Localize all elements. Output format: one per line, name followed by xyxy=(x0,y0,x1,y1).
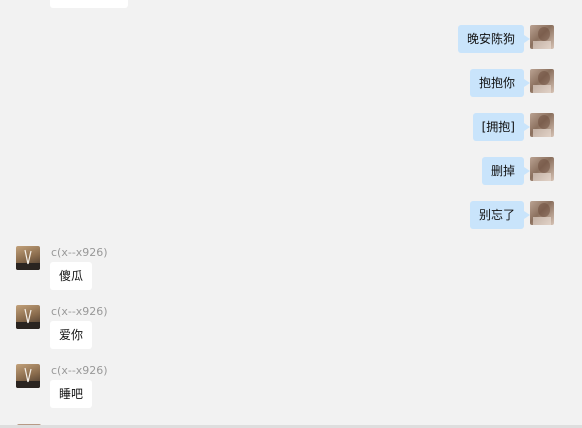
sender-name: c(x--x926) xyxy=(51,364,108,377)
message-bubble-self[interactable]: 删掉 xyxy=(481,157,531,185)
message-bubble-other[interactable]: 爱你 xyxy=(50,321,93,349)
partial-message-bubble xyxy=(50,0,128,8)
message-bubble-self[interactable]: 别忘了 xyxy=(469,201,531,229)
message-bubble-self[interactable]: [拥抱] xyxy=(472,113,531,141)
user-avatar[interactable] xyxy=(530,113,554,137)
chat-message-list[interactable]: 晚安陈狗 抱抱你 [拥抱] 删掉 别忘了 c(x--x926) 傻瓜 c(x--… xyxy=(0,0,582,428)
message-bubble-self[interactable]: 抱抱你 xyxy=(469,69,531,97)
message-bubble-self[interactable]: 晚安陈狗 xyxy=(457,25,531,53)
sender-name: c(x--x926) xyxy=(51,305,108,318)
message-bubble-other[interactable]: 睡吧 xyxy=(50,380,93,408)
message-bubble-other[interactable]: 傻瓜 xyxy=(50,262,93,290)
user-avatar[interactable] xyxy=(530,25,554,49)
user-avatar[interactable] xyxy=(530,157,554,181)
contact-avatar[interactable] xyxy=(16,305,40,329)
user-avatar[interactable] xyxy=(530,69,554,93)
sender-name: c(x--x926) xyxy=(51,246,108,259)
contact-avatar[interactable] xyxy=(16,364,40,388)
contact-avatar[interactable] xyxy=(16,246,40,270)
user-avatar[interactable] xyxy=(530,201,554,225)
